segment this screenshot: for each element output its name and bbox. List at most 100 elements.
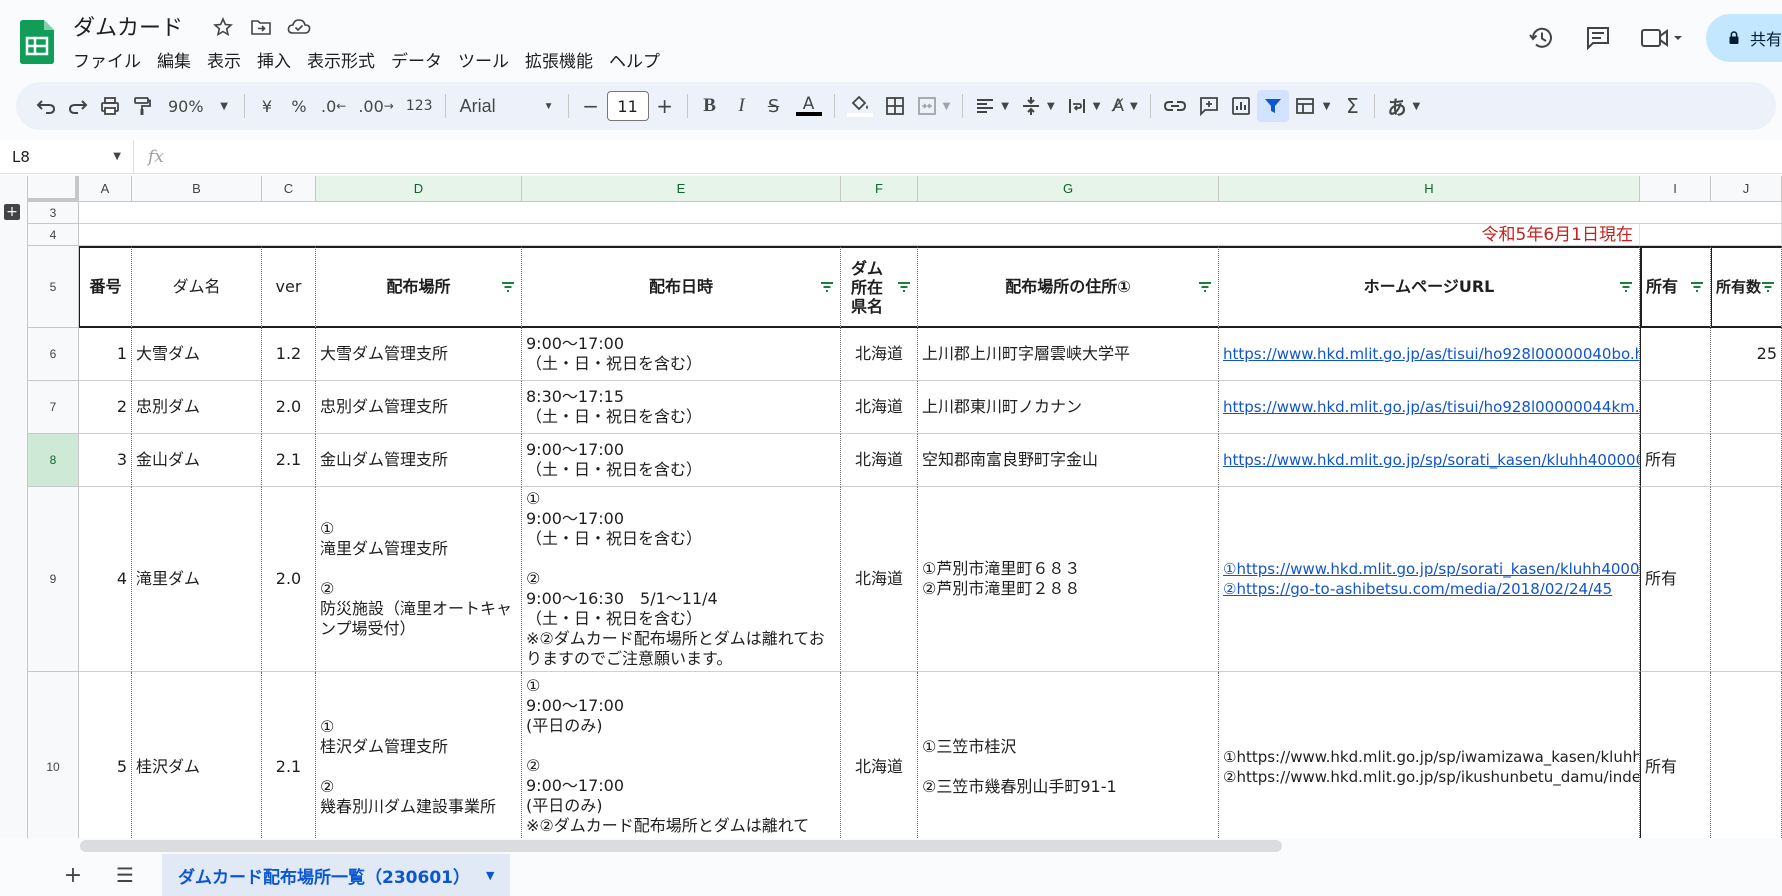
cell-time[interactable]: ① 9:00～17:00 (平日のみ) ② 9:00～17:00 (平日のみ) …	[522, 672, 841, 838]
header-cell-pref[interactable]: ダム 所在 県名	[841, 246, 918, 328]
cell-time[interactable]: 9:00～17:00 （土・日・祝日を含む）	[522, 328, 841, 381]
percent-format-button[interactable]: %	[283, 90, 315, 122]
font-size-input[interactable]: 11	[606, 91, 649, 121]
version-history-icon[interactable]	[1522, 18, 1562, 58]
comments-icon[interactable]	[1578, 18, 1618, 58]
cell-place[interactable]: 大雪ダム管理支所	[316, 328, 522, 381]
horizontal-scrollbar[interactable]	[80, 840, 1282, 852]
print-button[interactable]	[94, 90, 126, 122]
text-rotation-button[interactable]: A̸ ▼	[1106, 90, 1143, 122]
filter-views-button[interactable]: ▼	[1289, 90, 1337, 122]
row-3-cells[interactable]	[79, 202, 1782, 224]
italic-button[interactable]: I	[726, 90, 758, 122]
cell-address[interactable]: 上川郡上川町字層雲峡大学平	[918, 328, 1219, 381]
cell-time[interactable]: 8:30～17:15 （土・日・祝日を含む）	[522, 381, 841, 434]
cell-num[interactable]: 4	[79, 487, 132, 672]
cell-url-link[interactable]: ①https://www.hkd.mlit.go.jp/sp/sorati_ka…	[1219, 487, 1640, 672]
cell-ver[interactable]: 2.1	[262, 672, 316, 838]
decrease-decimal-button[interactable]: .0 ←	[315, 90, 352, 122]
cell-own[interactable]	[1640, 328, 1711, 381]
cell-own[interactable]: 所有	[1640, 487, 1711, 672]
menu-edit[interactable]: 編集	[149, 45, 199, 74]
column-header-c[interactable]: C	[262, 176, 316, 202]
cell-ver[interactable]: 2.0	[262, 381, 316, 434]
cell-dam-name[interactable]: 滝里ダム	[132, 487, 262, 672]
cell-own[interactable]: 所有	[1640, 672, 1711, 838]
merge-cells-button[interactable]: ▼	[911, 90, 957, 122]
header-cell-time[interactable]: 配布日時	[522, 246, 841, 328]
increase-decimal-button[interactable]: .00 →	[352, 90, 400, 122]
row-header-4[interactable]: 4	[28, 224, 79, 246]
filter-icon[interactable]	[897, 282, 911, 292]
column-header-d[interactable]: D	[316, 176, 522, 202]
cell-address[interactable]: ①三笠市桂沢 ②三笠市幾春別山手町91-1	[918, 672, 1219, 838]
chevron-down-icon[interactable]: ▼	[486, 869, 494, 882]
add-sheet-button[interactable]: +	[58, 863, 88, 888]
column-header-j[interactable]: J	[1711, 176, 1782, 202]
filter-icon[interactable]	[1690, 282, 1704, 292]
strikethrough-button[interactable]: S	[758, 90, 790, 122]
zoom-select[interactable]: 90% ▼	[158, 90, 238, 122]
menu-format[interactable]: 表示形式	[299, 45, 383, 74]
filter-icon[interactable]	[1198, 282, 1212, 292]
text-wrapping-button[interactable]: ▼	[1061, 90, 1107, 122]
cell-url-link[interactable]: https://www.hkd.mlit.go.jp/as/tisui/ho92…	[1219, 381, 1640, 434]
font-size-decrease-button[interactable]: −	[575, 90, 607, 122]
cell-owncount[interactable]	[1711, 487, 1782, 672]
cell-owncount[interactable]	[1711, 672, 1782, 838]
row-4-cell[interactable]	[1640, 224, 1782, 246]
column-header-e[interactable]: E	[522, 176, 841, 202]
cell-dam-name[interactable]: 大雪ダム	[132, 328, 262, 381]
star-icon[interactable]	[210, 14, 236, 40]
filter-button[interactable]	[1256, 90, 1289, 122]
input-tools-button[interactable]: あ ▼	[1381, 90, 1426, 122]
row-header-6[interactable]: 6	[28, 328, 79, 381]
all-sheets-button[interactable]: ☰	[110, 863, 140, 887]
cell-pref[interactable]: 北海道	[841, 328, 918, 381]
row-header-5[interactable]: 5	[28, 246, 79, 328]
document-title[interactable]: ダムカード	[73, 10, 183, 42]
functions-button[interactable]: Σ	[1336, 90, 1368, 122]
cell-num[interactable]: 2	[79, 381, 132, 434]
menu-tools[interactable]: ツール	[450, 45, 517, 74]
name-box[interactable]: L8 ▼	[0, 139, 134, 174]
cell-num[interactable]: 1	[79, 328, 132, 381]
menu-view[interactable]: 表示	[199, 45, 249, 74]
cell-dam-name[interactable]: 金山ダム	[132, 434, 262, 487]
sheets-logo-icon[interactable]	[20, 20, 54, 64]
cell-owncount[interactable]	[1711, 381, 1782, 434]
cell-url-link[interactable]: https://www.hkd.mlit.go.jp/as/tisui/ho92…	[1219, 328, 1640, 381]
header-cell-num[interactable]: 番号	[79, 246, 132, 328]
cell-address[interactable]: ①芦別市滝里町６８３ ②芦別市滝里町２８８	[918, 487, 1219, 672]
cell-url-text[interactable]: ①https://www.hkd.mlit.go.jp/sp/iwamizawa…	[1219, 672, 1640, 838]
cloud-saved-icon[interactable]	[286, 14, 312, 40]
cell-own[interactable]	[1640, 381, 1711, 434]
column-header-i[interactable]: I	[1640, 176, 1711, 202]
header-cell-owncount[interactable]: 所有数	[1711, 246, 1782, 328]
date-note-cell[interactable]: 令和5年6月1日現在	[79, 224, 1640, 246]
filter-icon[interactable]	[501, 282, 515, 292]
row-header-3[interactable]: 3	[28, 202, 79, 224]
menu-insert[interactable]: 挿入	[249, 45, 299, 74]
cell-dam-name[interactable]: 忠別ダム	[132, 381, 262, 434]
share-button[interactable]: 共有	[1706, 14, 1782, 62]
cell-url-link[interactable]: https://www.hkd.mlit.go.jp/sp/sorati_kas…	[1219, 434, 1640, 487]
cell-pref[interactable]: 北海道	[841, 487, 918, 672]
currency-format-button[interactable]: ¥	[251, 90, 283, 122]
cell-num[interactable]: 5	[79, 672, 132, 838]
text-color-button[interactable]: A	[790, 90, 828, 122]
sheet-tab-active[interactable]: ダムカード配布場所一覧（230601） ▼	[162, 854, 511, 896]
header-cell-name[interactable]: ダム名	[132, 246, 262, 328]
header-cell-own[interactable]: 所有	[1640, 246, 1711, 328]
cell-place[interactable]: ① 桂沢ダム管理支所 ② 幾春別川ダム建設事業所	[316, 672, 522, 838]
cell-owncount[interactable]: 25	[1711, 328, 1782, 381]
insert-chart-button[interactable]	[1225, 90, 1257, 122]
cell-time[interactable]: 9:00～17:00 （土・日・祝日を含む）	[522, 434, 841, 487]
select-all-corner[interactable]	[28, 176, 79, 202]
move-to-folder-icon[interactable]	[248, 14, 274, 40]
column-header-f[interactable]: F	[841, 176, 918, 202]
insert-link-button[interactable]	[1157, 90, 1193, 122]
cell-pref[interactable]: 北海道	[841, 434, 918, 487]
fill-color-button[interactable]	[841, 90, 879, 122]
cell-address[interactable]: 上川郡東川町ノカナン	[918, 381, 1219, 434]
